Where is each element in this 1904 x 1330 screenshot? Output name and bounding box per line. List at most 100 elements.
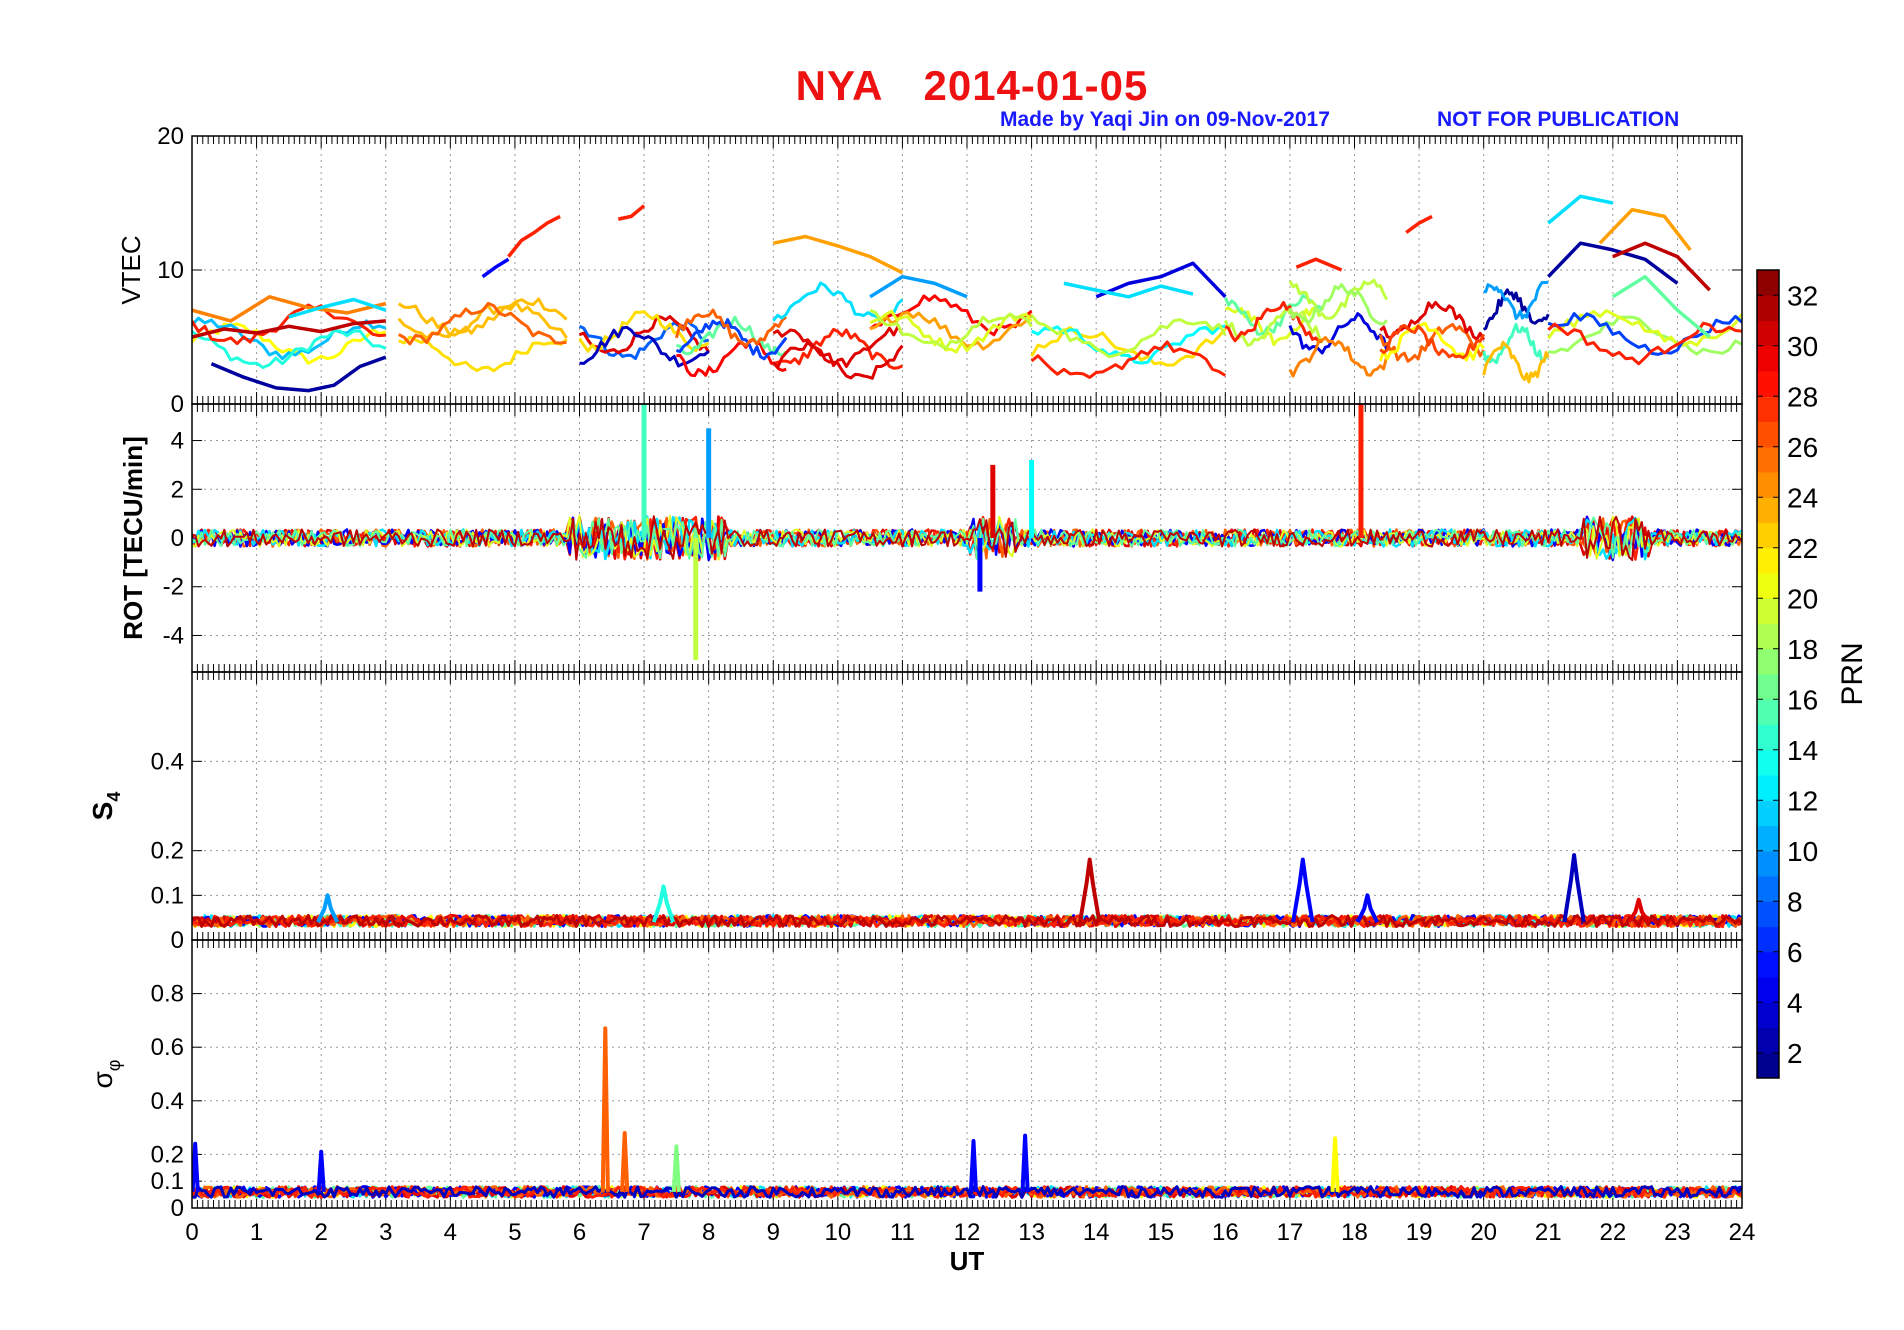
s4-ytick-label: 0.1 <box>151 882 184 909</box>
x-tick-label: 24 <box>1729 1219 1756 1246</box>
rot-ytick-label: 4 <box>171 428 184 455</box>
colorbar-tick-label: 30 <box>1787 331 1818 362</box>
colorbar-swatch <box>1757 699 1779 725</box>
x-tick-label: 0 <box>185 1219 198 1246</box>
s4-ytick-label: 0 <box>171 927 184 954</box>
sigma_phi-ytick-label: 0.2 <box>151 1141 184 1168</box>
colorbar-tick-label: 32 <box>1787 280 1818 311</box>
colorbar-tick-label: 14 <box>1787 735 1818 766</box>
colorbar-swatch <box>1757 724 1779 751</box>
s4-ytick-label: 0.4 <box>151 748 184 775</box>
vtec-trace <box>1288 282 1388 326</box>
colorbar-swatch <box>1757 1027 1779 1054</box>
sigma-ylabel: σφ <box>87 1060 124 1089</box>
sigma_phi-ytick-label: 0 <box>171 1195 184 1222</box>
colorbar-tick-label: 10 <box>1787 836 1818 867</box>
colorbar-swatch <box>1757 825 1779 852</box>
x-tick-label: 9 <box>767 1219 780 1246</box>
colorbar-tick-label: 20 <box>1787 583 1818 614</box>
vtec-trace-prn-2 <box>210 355 387 393</box>
colorbar-tick-label: 16 <box>1787 684 1818 715</box>
vtec-trace-prn-28 <box>1295 257 1343 272</box>
colorbar-swatch <box>1757 926 1779 953</box>
colorbar-tick-label: 6 <box>1787 937 1803 968</box>
vtec-ylabel: VTEC <box>116 235 146 304</box>
sigma_phi-traces <box>192 1026 1742 1199</box>
x-tick-label: 13 <box>1018 1219 1045 1246</box>
plot-canvas: 01020VTEC-4-2024ROT [TECU/min]00.10.20.4… <box>87 123 1869 1276</box>
colorbar-tick-label: 22 <box>1787 533 1818 564</box>
colorbar-swatch <box>1757 749 1779 776</box>
colorbar-tick-label: 4 <box>1787 987 1803 1018</box>
x-tick-label: 23 <box>1664 1219 1691 1246</box>
rot-ytick-label: -2 <box>163 574 184 601</box>
x-tick-label: 17 <box>1277 1219 1304 1246</box>
colorbar-tick-label: 28 <box>1787 381 1818 412</box>
vtec-trace-prn-12 <box>1063 281 1194 299</box>
x-tick-label: 20 <box>1470 1219 1497 1246</box>
colorbar-tick-label: 26 <box>1787 432 1818 463</box>
colorbar-swatch <box>1757 1052 1779 1079</box>
sigma-peak-prn-5 <box>968 1139 978 1193</box>
s4-ytick-label: 0.2 <box>151 838 184 865</box>
figure: NYA 2014-01-05 Made by Yaqi Jin on 09-Nov… <box>0 0 1904 1330</box>
vtec-trace <box>1288 336 1389 378</box>
x-tick-label: 15 <box>1147 1219 1174 1246</box>
colorbar-swatch <box>1757 320 1779 347</box>
colorbar-swatch <box>1757 371 1779 397</box>
x-tick-label: 5 <box>508 1219 521 1246</box>
colorbar-swatch <box>1757 472 1779 498</box>
vtec-ytick-label: 20 <box>157 123 184 150</box>
vtec-trace-prn-31 <box>1612 241 1711 292</box>
colorbar-swatch <box>1757 800 1779 826</box>
rot-ylabel: ROT [TECU/min] <box>118 436 148 640</box>
colorbar-tick-label: 2 <box>1787 1038 1803 1069</box>
x-tick-label: 21 <box>1535 1219 1562 1246</box>
x-tick-label: 3 <box>379 1219 392 1246</box>
vtec-panel: 0 10 20 <box>157 123 1743 418</box>
colorbar-swatch <box>1757 648 1779 675</box>
sigma-peak-prn-26 <box>600 1026 610 1192</box>
s4-panel: 0 0.1 0.2 0.4 <box>151 672 1743 954</box>
colorbar-swatch <box>1757 396 1779 422</box>
colorbar-tick-label: 18 <box>1787 634 1818 665</box>
colorbar-swatch <box>1757 295 1779 321</box>
sigma-ylabel-subscript: φ <box>104 1060 124 1072</box>
x-tick-label: 12 <box>954 1219 981 1246</box>
sigma-peak-prn-5 <box>1020 1133 1030 1192</box>
colorbar-tick-label: 24 <box>1787 482 1818 513</box>
rot-ytick-label: 2 <box>171 476 184 503</box>
s4-peak-prn-3 <box>1562 853 1586 923</box>
x-tick-label: 11 <box>890 1219 915 1246</box>
x-tick-label: 10 <box>824 1219 851 1246</box>
vtec-trace-prn-12 <box>1547 194 1614 225</box>
sigma_phi-ytick-label: 0.4 <box>151 1088 184 1115</box>
rot-ytick-label: 0 <box>171 525 184 552</box>
colorbar-swatch <box>1757 270 1779 296</box>
vtec-trace <box>397 301 567 346</box>
vtec-trace <box>1483 280 1549 320</box>
sigma-peak-prn-17 <box>671 1144 681 1193</box>
s4-peak-prn-31 <box>1078 857 1102 923</box>
x-tick-label: 16 <box>1212 1219 1239 1246</box>
colorbar-swatch <box>1757 598 1779 624</box>
vtec-trace <box>1482 340 1550 384</box>
colorbar-label: PRN <box>1836 642 1869 705</box>
colorbar-swatch <box>1757 901 1779 927</box>
colorbar-swatch <box>1757 522 1779 549</box>
x-tick-label: 14 <box>1083 1219 1110 1246</box>
colorbar-swatch <box>1757 951 1779 978</box>
colorbar-swatch <box>1757 345 1779 372</box>
x-tick-label: 18 <box>1341 1219 1368 1246</box>
x-tick-label: 6 <box>573 1219 586 1246</box>
colorbar-swatch <box>1757 623 1779 650</box>
sigma_phi-panel: 00.10.2 0.4 0.6 0.8 <box>151 940 1743 1222</box>
vtec-trace-prn-28 <box>617 204 646 221</box>
sigma-peak-prn-5 <box>192 1141 200 1193</box>
vtec-trace <box>1030 340 1227 379</box>
sigma_phi-ytick-label: 0.1 <box>151 1168 184 1195</box>
vtec-ytick-label: 10 <box>157 257 184 284</box>
colorbar-swatch <box>1757 547 1779 574</box>
colorbar-swatch <box>1757 850 1779 877</box>
vtec-trace-prn-28 <box>507 214 561 258</box>
